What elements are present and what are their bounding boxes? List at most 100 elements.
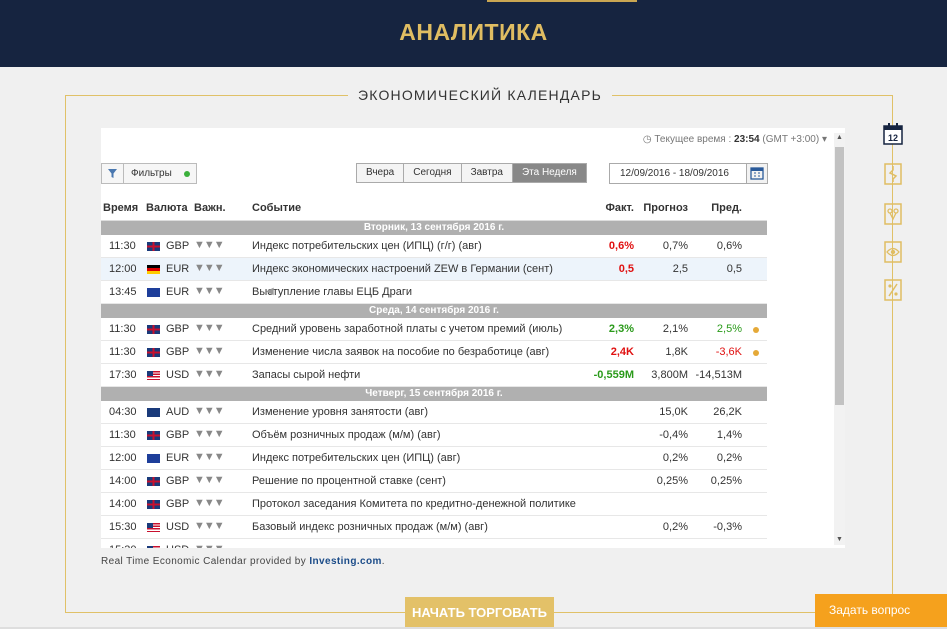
page-title: АНАЛИТИКА — [399, 19, 548, 45]
table-row[interactable]: 11:30 GBP ▼▼▼ Средний уровень заработной пл… — [101, 318, 767, 341]
event-time: 04:30 — [109, 406, 137, 418]
period-yesterday-button[interactable]: Вчера — [357, 164, 405, 182]
flag-gb-icon — [147, 477, 160, 486]
period-tomorrow-button[interactable]: Завтра — [461, 164, 513, 182]
table-row[interactable]: 14:00 GBP ▼▼▼ Протокол заседания Комитета п… — [101, 493, 767, 516]
event-actual: 2,3% — [608, 323, 634, 335]
event-forecast: 0,7% — [662, 240, 688, 252]
event-currency: USD — [166, 544, 189, 548]
top-accent — [487, 0, 637, 2]
speech-icon: ◀ — [266, 286, 274, 297]
event-name[interactable]: Индекс потребительских цен (ИПЦ) (авг) — [252, 452, 460, 464]
date-range-field[interactable]: 12/09/2016 - 18/09/2016 — [609, 163, 768, 184]
event-previous: -14,513M — [695, 369, 742, 381]
table-row[interactable]: 14:00 GBP ▼▼▼ Решение по процентной ставке … — [101, 470, 767, 493]
event-forecast: 2,1% — [662, 323, 688, 335]
table-row[interactable]: 12:00 EUR ▼▼▼ Индекс потребительских цен (И… — [101, 447, 767, 470]
event-currency: GBP — [166, 498, 190, 510]
ask-question-button[interactable]: Задать вопрос — [815, 594, 947, 629]
day-header: Четверг, 15 сентября 2016 г. — [101, 387, 767, 401]
col-importance: Важн. — [194, 202, 226, 214]
calendar-body: Вторник, 13 сентября 2016 г. 11:30 GBP ▼▼▼ И… — [101, 221, 767, 548]
importance-bulls-icon: ▼▼▼ — [194, 474, 225, 486]
event-time: 11:30 — [109, 240, 136, 252]
filters-button[interactable]: Фильтры — [101, 163, 197, 184]
table-row[interactable]: 17:30 USD ▼▼▼ Запасы сырой нефти -0,559M 3,80… — [101, 364, 767, 387]
event-actual: 2,4K — [610, 346, 634, 358]
table-row[interactable]: 11:30 GBP ▼▼▼ Изменение числа заявок на пос… — [101, 341, 767, 364]
flag-gb-icon — [147, 242, 160, 251]
credit-suffix: . — [381, 556, 385, 567]
table-row[interactable]: 13:45 EUR ▼▼▼ Выступление главы ЕЦБ Драги ◀ — [101, 281, 767, 304]
event-name[interactable]: Выступление главы ЕЦБ Драги — [252, 286, 412, 298]
importance-bulls-icon: ▼▼▼ — [194, 428, 225, 440]
event-time: 17:30 — [109, 369, 137, 381]
event-name[interactable]: Объём розничных продаж (м/м) (авг) — [252, 429, 441, 441]
event-name[interactable]: Изменение числа заявок на пособие по без… — [252, 346, 549, 358]
event-previous: 0,5 — [726, 263, 742, 275]
chevron-down-icon[interactable]: ▾ — [822, 134, 827, 145]
event-currency: GBP — [166, 323, 190, 335]
table-row[interactable]: 12:00 EUR ▼▼▼ Индекс экономических настроен… — [101, 258, 767, 281]
date-range-value: 12/09/2016 - 18/09/2016 — [620, 168, 729, 179]
event-name[interactable]: Протокол заседания Комитета по кредитно-… — [252, 498, 576, 510]
event-forecast: 0,2% — [662, 521, 688, 533]
event-name[interactable]: Изменение уровня занятости (авг) — [252, 406, 428, 418]
investing-link[interactable]: Investing.com — [309, 556, 381, 567]
table-row[interactable]: 15:30 USD ▼▼▼ Базовый индекс розничных прод… — [101, 516, 767, 539]
flag-gb-icon — [147, 431, 160, 440]
scroll-thumb[interactable] — [835, 147, 844, 405]
table-row[interactable]: 11:30 GBP ▼▼▼ Объём розничных продаж (м/м) … — [101, 424, 767, 447]
table-row[interactable]: 04:30 AUD ▼▼▼ Изменение уровня занятости (а… — [101, 401, 767, 424]
calendar-number: 12 — [888, 133, 898, 143]
importance-bulls-icon: ▼▼▼ — [194, 497, 225, 509]
top-bar: АНАЛИТИКА — [0, 0, 947, 67]
event-currency: EUR — [166, 263, 190, 275]
current-time: ◷ Текущее время : 23:54 (GMT +3:00) ▾ — [643, 134, 827, 145]
period-buttons: Вчера Сегодня Завтра Эта Неделя — [356, 163, 587, 183]
event-time: 12:00 — [109, 452, 137, 464]
event-previous: -0,3% — [713, 521, 742, 533]
event-time: 11:30 — [109, 429, 136, 441]
col-currency: Валюта — [146, 202, 188, 214]
period-today-button[interactable]: Сегодня — [404, 164, 462, 182]
percent-icon[interactable] — [882, 278, 904, 302]
flag-eu-icon — [147, 288, 160, 297]
start-trading-button[interactable]: НАЧАТЬ ТОРГОВАТЬ — [405, 597, 554, 628]
period-this-week-button[interactable]: Эта Неделя — [512, 164, 586, 182]
clock-icon: ◷ — [642, 134, 652, 145]
event-currency: GBP — [166, 429, 190, 441]
table-row[interactable]: 15:30 USD ▼▼▼ — [101, 539, 767, 548]
event-name[interactable]: Индекс потребительских цен (ИПЦ) (г/г) (… — [252, 240, 482, 252]
event-time: 11:30 — [109, 323, 136, 335]
signal-icon[interactable] — [882, 202, 904, 226]
calendar-picker-icon[interactable] — [746, 164, 767, 183]
flag-gb-icon — [147, 500, 160, 509]
scroll-up-icon[interactable]: ▲ — [834, 133, 845, 143]
calendar-icon[interactable]: 12 — [882, 122, 904, 146]
event-previous: 26,2K — [713, 406, 742, 418]
event-name[interactable]: Запасы сырой нефти — [252, 369, 360, 381]
event-currency: USD — [166, 369, 190, 381]
flag-eu-icon — [147, 454, 160, 463]
indicator-icon[interactable] — [882, 162, 904, 186]
filters-label: Фильтры — [131, 168, 172, 179]
event-name[interactable]: Базовый индекс розничных продаж (м/м) (а… — [252, 521, 488, 533]
importance-bulls-icon: ▼▼▼ — [194, 285, 225, 297]
time-value: 23:54 — [734, 134, 760, 145]
event-name[interactable]: Решение по процентной ставке (сент) — [252, 475, 446, 487]
economic-calendar-widget: ◷ Текущее время : 23:54 (GMT +3:00) ▾ Фи… — [101, 128, 845, 548]
eye-icon[interactable] — [882, 240, 904, 264]
event-name[interactable]: Индекс экономических настроений ZEW в Ге… — [252, 263, 553, 275]
event-name[interactable]: Средний уровень заработной платы с учето… — [252, 323, 562, 335]
timezone-select[interactable]: (GMT +3:00) — [762, 134, 819, 145]
revision-dot — [753, 327, 759, 333]
scroll-down-icon[interactable]: ▼ — [834, 535, 845, 545]
event-time: 15:30 — [109, 544, 137, 548]
widget-scrollbar[interactable]: ▲ ▼ — [834, 133, 845, 545]
event-currency: USD — [166, 521, 190, 533]
event-previous: 1,4% — [716, 429, 742, 441]
event-actual: 0,6% — [608, 240, 634, 252]
table-row[interactable]: 11:30 GBP ▼▼▼ Индекс потребительских цен (И… — [101, 235, 767, 258]
event-currency: EUR — [166, 452, 190, 464]
